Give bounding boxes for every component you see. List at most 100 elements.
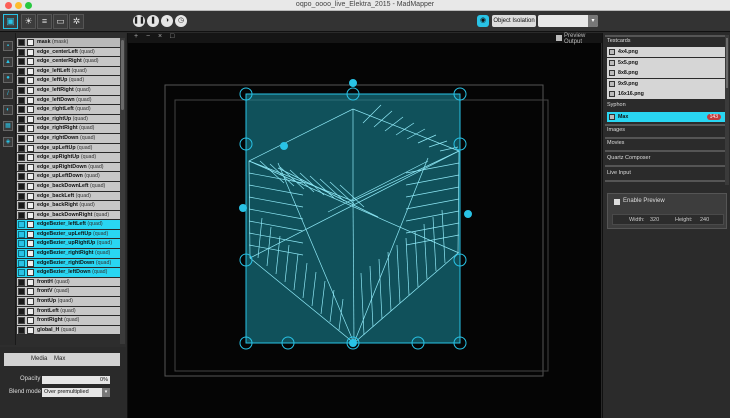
settings-button[interactable]: ✲ xyxy=(69,14,84,29)
layer-row[interactable]: edgeBezier_rightRight (quad) xyxy=(17,249,120,259)
zoom-out-icon[interactable]: − xyxy=(146,33,150,40)
layer-visibility-checkbox[interactable] xyxy=(18,115,25,123)
control-point-handle[interactable] xyxy=(349,79,357,87)
layer-row[interactable]: edge_leftLeft (quad) xyxy=(17,66,120,77)
layer-visibility-checkbox[interactable] xyxy=(18,86,25,94)
testcard-item[interactable]: 5x5.png xyxy=(607,57,725,68)
layer-visibility-checkbox[interactable] xyxy=(18,67,25,75)
layer-visibility-checkbox[interactable] xyxy=(18,192,25,200)
zoom-in-icon[interactable]: + xyxy=(134,33,138,40)
layer-row[interactable]: edgeBezier_leftDown (quad) xyxy=(17,268,120,278)
add-fixture-icon[interactable]: ◈ xyxy=(3,137,13,147)
control-point-handle[interactable] xyxy=(464,210,472,218)
layer-visibility-checkbox[interactable] xyxy=(18,96,25,104)
layer-visibility-checkbox[interactable] xyxy=(18,48,25,56)
testcard-item[interactable]: 8x8.png xyxy=(607,68,725,78)
layer-visibility-checkbox[interactable] xyxy=(18,154,25,162)
layer-visibility-checkbox[interactable] xyxy=(18,230,25,238)
testcard-item[interactable]: 16x16.png xyxy=(607,89,725,99)
projection-stage[interactable] xyxy=(128,43,602,418)
add-quad-icon[interactable]: ▪ xyxy=(3,41,13,51)
layer-row[interactable]: edge_upLeftUp (quad) xyxy=(17,143,120,154)
layer-row[interactable]: edge_centerRight (quad) xyxy=(17,57,120,67)
layer-row[interactable]: edge_backDownLeft (quad) xyxy=(17,181,120,192)
layer-row[interactable]: frontLeft (quad) xyxy=(17,306,120,317)
layer-row[interactable]: edge_rightLeft (quad) xyxy=(17,105,120,115)
layer-row[interactable]: edge_rightUp (quad) xyxy=(17,114,120,125)
scroll-thumb[interactable] xyxy=(121,40,124,110)
layer-visibility-checkbox[interactable] xyxy=(18,269,25,277)
media-assignment[interactable]: Media Max xyxy=(4,353,120,366)
opacity-slider[interactable]: 0% xyxy=(42,376,110,384)
layer-row[interactable]: mask (mask) xyxy=(17,38,120,48)
pause-button[interactable]: ❚❚ xyxy=(133,15,145,27)
output-view-button[interactable]: ▭ xyxy=(53,14,68,29)
add-mask-icon[interactable]: ◐ xyxy=(3,105,13,115)
clock-button[interactable]: ◷ xyxy=(175,15,187,27)
layer-visibility-checkbox[interactable] xyxy=(18,202,25,210)
layer-visibility-checkbox[interactable] xyxy=(18,77,25,85)
layer-row[interactable]: edge_leftUp (quad) xyxy=(17,76,120,86)
add-circle-icon[interactable]: ● xyxy=(3,73,13,83)
add-triangle-icon[interactable]: ▲ xyxy=(3,57,13,67)
layer-visibility-checkbox[interactable] xyxy=(18,298,25,306)
layer-row[interactable]: edge_upRightDown (quad) xyxy=(17,162,120,173)
layer-row[interactable]: edge_backRight (quad) xyxy=(17,201,120,211)
quartz-composer-category[interactable]: Quartz Composer xyxy=(605,154,725,163)
layer-row[interactable]: edge_backLeft (quad) xyxy=(17,191,120,202)
scroll-thumb[interactable] xyxy=(726,38,728,88)
enable-preview-checkbox[interactable] xyxy=(614,199,620,205)
width-value[interactable]: 320 xyxy=(650,215,659,225)
layer-row[interactable]: edge_leftRight (quad) xyxy=(17,85,120,96)
object-isolation-icon[interactable]: ◉ xyxy=(477,15,489,27)
layer-row[interactable]: edge_rightDown (quad) xyxy=(17,133,120,144)
layer-row[interactable]: edgeBezier_leftLeft (quad) xyxy=(17,220,120,230)
add-line-icon[interactable]: / xyxy=(3,89,13,99)
live-input-category[interactable]: Live Input xyxy=(605,169,725,178)
object-isolation-select[interactable]: ▾ xyxy=(538,15,598,27)
layer-row[interactable]: edge_leftDown (quad) xyxy=(17,95,120,106)
object-isolation-button[interactable]: Object Isolation xyxy=(492,15,536,27)
layer-visibility-checkbox[interactable] xyxy=(18,221,25,229)
add-mesh-icon[interactable]: ▦ xyxy=(3,121,13,131)
layer-row[interactable]: frontV (quad) xyxy=(17,287,120,298)
layer-visibility-checkbox[interactable] xyxy=(18,106,25,114)
layer-row[interactable]: frontH (quad) xyxy=(17,277,120,288)
surfaces-mode-button[interactable]: ▣ xyxy=(3,14,18,29)
layer-visibility-checkbox[interactable] xyxy=(18,317,25,325)
layer-row[interactable]: global_H (quad) xyxy=(17,325,120,336)
syphon-category[interactable]: Syphon xyxy=(605,101,725,110)
preview-output-checkbox[interactable] xyxy=(556,35,562,41)
media-list-scrollbar[interactable] xyxy=(725,35,729,185)
layer-visibility-checkbox[interactable] xyxy=(18,278,25,286)
layer-visibility-checkbox[interactable] xyxy=(18,240,25,248)
layer-visibility-checkbox[interactable] xyxy=(18,173,25,181)
layer-visibility-checkbox[interactable] xyxy=(18,125,25,133)
record-button[interactable]: ◑ xyxy=(161,15,173,27)
layer-visibility-checkbox[interactable] xyxy=(18,39,25,46)
control-point-handle[interactable] xyxy=(349,339,357,347)
control-point-handle[interactable] xyxy=(280,142,288,150)
testcards-category[interactable]: Testcards xyxy=(605,37,725,46)
layer-visibility-checkbox[interactable] xyxy=(18,259,25,267)
layer-row[interactable]: frontRight (quad) xyxy=(17,316,120,326)
layer-row[interactable]: edgeBezier_upLeftUp (quad) xyxy=(17,229,120,240)
control-point-handle[interactable] xyxy=(239,204,247,212)
output-canvas[interactable]: + − × □ Preview Output xyxy=(127,33,602,418)
images-category[interactable]: Images xyxy=(605,126,725,135)
layer-row[interactable]: edgeBezier_rightDown (quad) xyxy=(17,258,120,269)
blend-mode-select[interactable]: Over premultiplied ▾ xyxy=(42,388,110,397)
layer-visibility-checkbox[interactable] xyxy=(18,307,25,315)
testcard-item[interactable]: 9x9.png xyxy=(607,78,725,89)
layer-visibility-checkbox[interactable] xyxy=(18,211,25,219)
layer-row[interactable]: edge_backDownRight (quad) xyxy=(17,210,120,221)
movies-category[interactable]: Movies xyxy=(605,139,725,148)
layer-visibility-checkbox[interactable] xyxy=(18,134,25,142)
layer-visibility-checkbox[interactable] xyxy=(18,58,25,66)
layer-row[interactable]: frontUp (quad) xyxy=(17,297,120,307)
layer-row[interactable]: edgeBezier_upRightUp (quad) xyxy=(17,239,120,250)
testcard-item[interactable]: 4x4.png xyxy=(607,47,725,57)
layer-list-scrollbar[interactable] xyxy=(120,38,125,344)
layer-visibility-checkbox[interactable] xyxy=(18,288,25,296)
layer-visibility-checkbox[interactable] xyxy=(18,182,25,190)
